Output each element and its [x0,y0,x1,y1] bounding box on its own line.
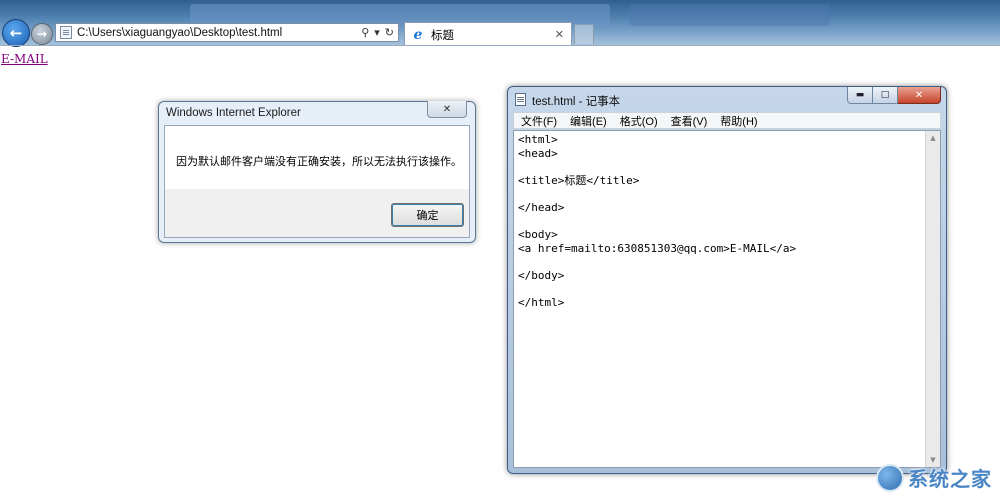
menu-file[interactable]: 文件(F) [514,113,563,129]
close-icon: ✕ [442,103,452,115]
vertical-scrollbar[interactable]: ▲ ▼ [925,131,940,467]
menu-view[interactable]: 查看(V) [664,113,714,129]
minimize-icon: ▬ [855,90,865,100]
tab-active[interactable]: e 标题 ✕ [404,22,572,46]
dialog-body: 因为默认邮件客户端没有正确安装，所以无法执行该操作。 确定 [164,125,470,238]
menu-edit[interactable]: 编辑(E) [563,113,613,129]
email-link[interactable]: E-MAIL [1,52,48,66]
close-button[interactable]: ✕ [898,87,941,104]
notepad-window: test.html - 记事本 ▬ □ ✕ 文件(F) 编辑(E) 格式(O) … [507,86,947,474]
dropdown-icon[interactable]: ▾ [374,26,380,39]
new-tab-button[interactable] [574,24,594,44]
watermark-logo-icon [876,463,904,492]
dialog-close-button[interactable]: ✕ [427,101,467,118]
notepad-icon [515,93,526,106]
back-button[interactable]: ← [2,19,30,47]
search-icon[interactable]: ⚲ [361,26,369,39]
close-icon: ✕ [914,89,924,101]
editor-content[interactable]: <html> <head> <title>标题</title> </head> … [518,133,796,310]
address-actions: ⚲ ▾ ↻ [361,26,394,39]
maximize-button[interactable]: □ [873,87,898,104]
menu-help[interactable]: 帮助(H) [713,113,763,129]
ok-button[interactable]: 确定 [391,203,464,227]
ie-icon: e [413,26,423,43]
dialog-title: Windows Internet Explorer [166,107,301,119]
menu-bar: 文件(F) 编辑(E) 格式(O) 查看(V) 帮助(H) [513,112,941,129]
dialog-message: 因为默认邮件客户端没有正确安装，所以无法执行该操作。 [176,156,462,168]
dialog-footer: 确定 [165,189,469,237]
tab-title: 标题 [431,29,454,42]
menu-format[interactable]: 格式(O) [613,113,664,129]
address-bar[interactable]: C:\Users\xiaguangyao\Desktop\test.html ⚲… [55,23,399,42]
close-icon[interactable]: ✕ [555,28,564,41]
text-editor[interactable]: <html> <head> <title>标题</title> </head> … [513,130,941,468]
watermark: 系统之家 [876,463,992,492]
browser-toolbar: ← → C:\Users\xiaguangyao\Desktop\test.ht… [0,0,1000,47]
notepad-title: test.html - 记事本 [532,96,621,108]
page-icon [60,26,72,39]
forward-button[interactable]: → [31,23,53,45]
back-arrow-icon: ← [9,24,23,42]
alert-dialog: Windows Internet Explorer ✕ 因为默认邮件客户端没有正… [158,101,476,243]
minimize-button[interactable]: ▬ [847,87,873,104]
toolbar-divider [0,45,1000,46]
window-controls: ▬ □ ✕ [847,87,941,104]
blurred-background-window [630,4,830,26]
maximize-icon: □ [880,90,890,100]
watermark-text: 系统之家 [908,467,992,491]
address-text[interactable]: C:\Users\xiaguangyao\Desktop\test.html [77,27,361,39]
forward-arrow-icon: → [36,27,48,41]
refresh-icon[interactable]: ↻ [385,26,394,39]
scroll-up-icon[interactable]: ▲ [926,131,940,145]
